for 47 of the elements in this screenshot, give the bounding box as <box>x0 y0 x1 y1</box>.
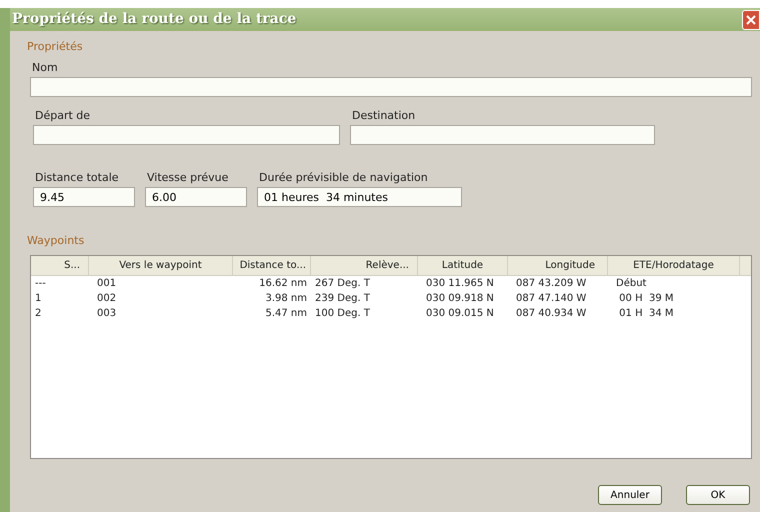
table-cell-text: 00 H 39 M <box>618 292 674 306</box>
text-field[interactable]: 01 heures 34 minutes <box>257 187 462 207</box>
table-cell-text: 003 <box>96 307 118 321</box>
table-cell-text: 5.47 nm <box>264 307 308 321</box>
table-cell-text: 030 11.965 N <box>425 277 495 291</box>
section-heading: Propriétés <box>27 40 84 53</box>
table-cell-text: 1 <box>34 292 42 306</box>
close-icon <box>746 14 756 24</box>
table-cell-text: Début <box>615 277 648 291</box>
table-cell-text: 100 Deg. T <box>314 307 371 321</box>
column-header[interactable]: Relève... <box>311 256 418 275</box>
column-header[interactable]: Latitude <box>418 256 508 275</box>
close-button[interactable] <box>742 10 760 30</box>
table-cell-text: 001 <box>96 277 118 291</box>
table-cell-text: 2 <box>34 307 42 321</box>
table-cell-text: 087 43.209 W <box>515 277 588 291</box>
field-label: Distance totale <box>35 171 120 184</box>
text-field[interactable]: 6.00 <box>145 187 247 207</box>
field-label: Durée prévisible de navigation <box>259 171 429 184</box>
table-cell-text: 030 09.918 N <box>425 292 495 306</box>
table-cell-text: 239 Deg. T <box>314 292 371 306</box>
table-cell-text: --- <box>34 277 47 291</box>
text-field[interactable] <box>30 77 752 97</box>
column-header[interactable]: Vers le waypoint <box>89 256 233 275</box>
text-field[interactable] <box>350 125 655 145</box>
section-heading: Waypoints <box>27 234 86 247</box>
table-cell-text: 16.62 nm <box>258 277 308 291</box>
text-field[interactable]: 9.45 <box>33 187 135 207</box>
table-cell-text: 087 40.934 W <box>515 307 588 321</box>
column-header[interactable]: Longitude <box>508 256 608 275</box>
field-label: Nom <box>32 61 59 74</box>
text-field[interactable] <box>33 125 340 145</box>
table-cell-text: 01 H 34 M <box>618 307 674 321</box>
table-cell-text: 030 09.015 N <box>425 307 495 321</box>
dialog-button[interactable]: Annuler <box>598 485 662 505</box>
field-label: Destination <box>352 109 416 122</box>
column-header[interactable]: Distance to... <box>233 256 311 275</box>
table-cell-text: 267 Deg. T <box>314 277 371 291</box>
dialog-button[interactable]: OK <box>686 485 750 505</box>
table-cell-text: 002 <box>96 292 118 306</box>
field-label: Vitesse prévue <box>147 171 230 184</box>
column-header[interactable]: S... <box>31 256 89 275</box>
column-header[interactable]: ETE/Horodatage <box>608 256 740 275</box>
field-label: Départ de <box>35 109 92 122</box>
window-title: Propriétés de la route ou de la trace <box>12 10 296 29</box>
table-cell-text: 3.98 nm <box>264 292 308 306</box>
table-cell-text: 087 47.140 W <box>515 292 588 306</box>
